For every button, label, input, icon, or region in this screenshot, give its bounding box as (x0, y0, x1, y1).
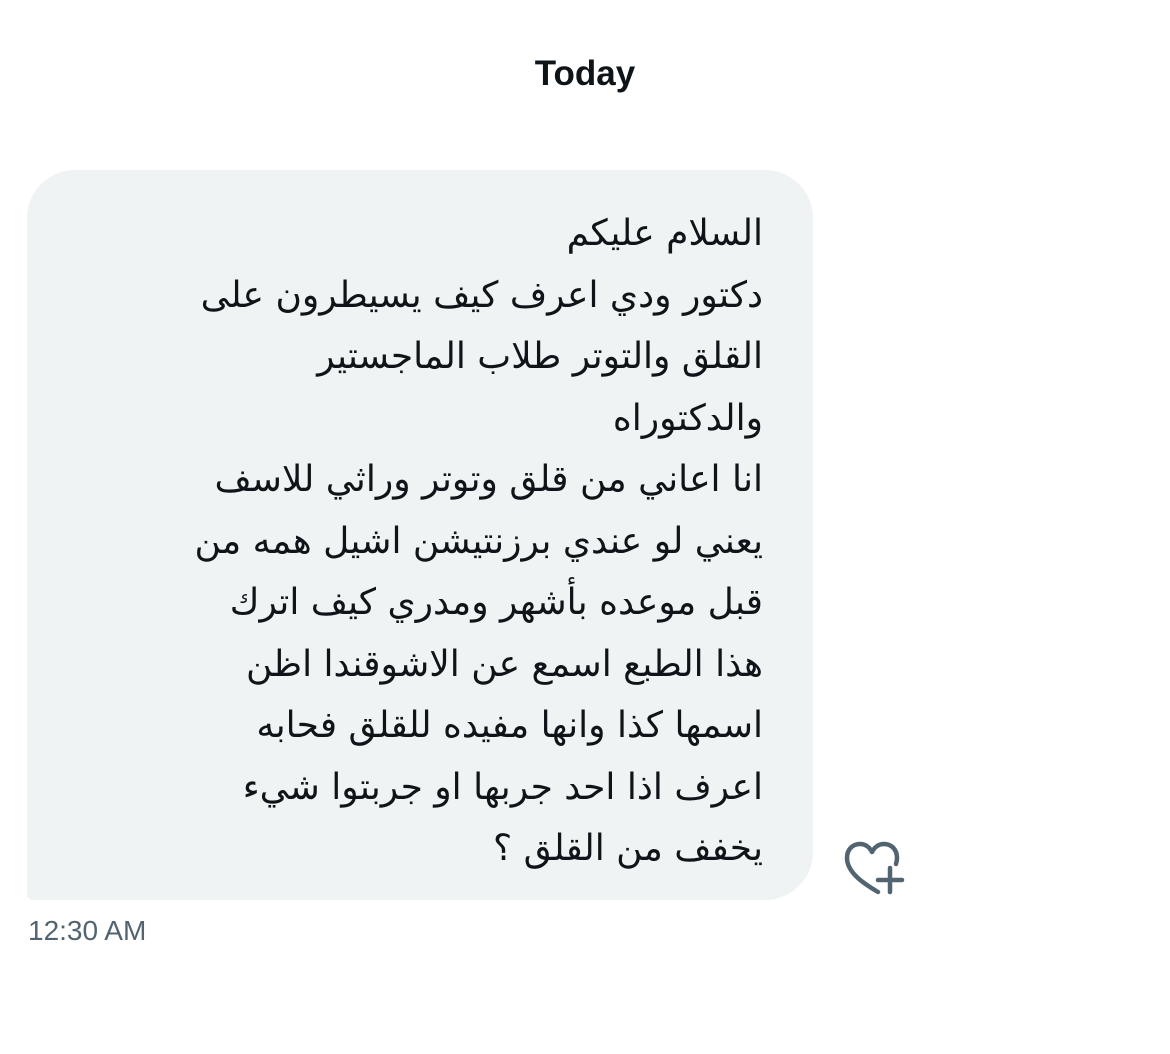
message-line: اسمها كذا وانها مفيده للقلق فحابه (256, 705, 763, 746)
heart-plus-icon (844, 841, 905, 895)
add-reaction-button[interactable] (838, 838, 910, 900)
message-line: يعني لو عندي برزنتيشن اشيل همه من (194, 520, 763, 562)
message-line: انا اعاني من قلق وتوتر وراثي للاسف (214, 459, 763, 500)
message-line: دكتور ودي اعرف كيف يسيطرون على (200, 274, 763, 316)
message-line: هذا الطبع اسمع عن الاشوقندا اظن (246, 643, 763, 685)
date-divider: Today (534, 54, 636, 93)
message-line: اعرف اذا احد جربها او جربتوا شيء (242, 766, 763, 808)
message-line: والدكتوراه (612, 397, 763, 439)
message-line: القلق والتوتر طلاب الماجستير (317, 336, 763, 377)
message-line: السلام عليكم (566, 213, 763, 254)
message-line: يخفف من القلق ؟ (493, 828, 763, 869)
message-line: قبل موعده بأشهر ومدري كيف اترك (229, 582, 763, 623)
message-text: السلام عليكم دكتور ودي اعرف كيف يسيطرون … (77, 203, 763, 880)
message-timestamp: 12:30 AM (28, 915, 147, 946)
message-bubble[interactable]: السلام عليكم دكتور ودي اعرف كيف يسيطرون … (27, 170, 813, 900)
